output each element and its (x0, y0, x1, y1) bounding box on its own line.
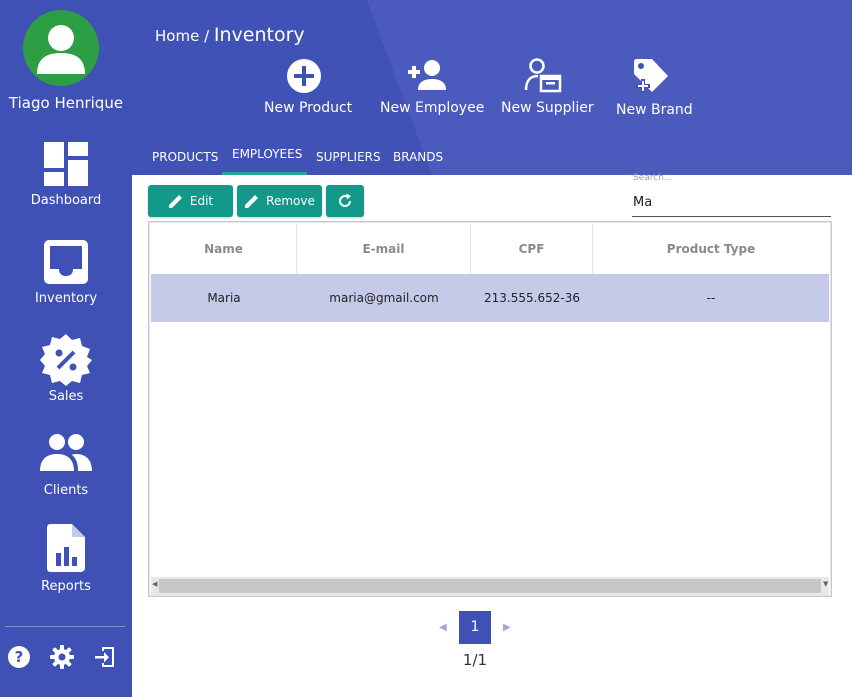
logout-icon[interactable] (93, 645, 119, 671)
cell-cpf: 213.555.652-36 (484, 291, 580, 305)
user-name: Tiago Henrique (8, 94, 124, 112)
edit-label: Edit (189, 194, 214, 208)
sidebar-item-label: Dashboard (30, 193, 102, 208)
page-info: 1/1 (462, 651, 488, 669)
cell-product-type: -- (706, 291, 716, 305)
action-label: New Brand (616, 102, 693, 118)
dashboard-icon (44, 142, 88, 186)
sidebar-item-label: Clients (43, 483, 89, 498)
help-icon[interactable]: ? (7, 645, 33, 671)
add-tag-icon (634, 59, 668, 93)
horizontal-scrollbar[interactable]: ◀ ▼ (151, 577, 829, 595)
remove-label: Remove (266, 194, 315, 208)
sidebar-item-clients[interactable]: Clients (0, 433, 132, 498)
new-brand-button[interactable]: New Brand (616, 58, 693, 118)
remove-button[interactable]: Remove (237, 185, 322, 217)
user-silhouette-icon (37, 25, 85, 74)
search-label: Search... (633, 173, 673, 183)
new-employee-button[interactable]: New Employee (380, 58, 485, 116)
report-icon (47, 524, 85, 572)
sidebar-item-label: Inventory (34, 291, 98, 306)
sidebar-item-dashboard[interactable]: Dashboard (0, 141, 132, 208)
cell-email: maria@gmail.com (329, 291, 439, 305)
page-prev-icon[interactable]: ◀ (439, 622, 447, 633)
scroll-left-icon[interactable]: ◀ (152, 580, 157, 588)
avatar[interactable] (23, 10, 99, 86)
breadcrumb-home[interactable]: Home / (155, 27, 209, 45)
column-header-email[interactable]: E-mail (297, 224, 471, 274)
search-input[interactable] (632, 189, 831, 217)
sidebar-item-label: Sales (48, 389, 84, 404)
pencil-icon (245, 195, 259, 208)
edit-button[interactable]: Edit (148, 185, 233, 217)
sidebar-item-reports[interactable]: Reports (0, 523, 132, 594)
header: Home / Inventory New Product New Employe… (132, 0, 852, 175)
svg-text:?: ? (15, 648, 24, 666)
tab-brands[interactable]: BRANDS (393, 150, 443, 164)
breadcrumb-current: Inventory (213, 24, 305, 46)
pencil-icon (168, 195, 182, 208)
add-user-icon (408, 60, 446, 90)
cell-name: Maria (207, 291, 241, 305)
discount-badge-icon (40, 334, 92, 386)
sidebar-item-label: Reports (41, 579, 91, 594)
tab-suppliers[interactable]: SUPPLIERS (316, 150, 381, 164)
refresh-button[interactable] (326, 185, 364, 217)
sidebar-divider (5, 626, 125, 627)
column-header-name[interactable]: Name (151, 224, 297, 274)
action-label: New Product (264, 100, 353, 116)
page-button-current[interactable]: 1 (459, 611, 491, 644)
new-product-button[interactable]: New Product (264, 58, 353, 116)
plus-circle-icon (287, 59, 321, 93)
action-label: New Employee (380, 100, 485, 116)
page-next-icon[interactable]: ▶ (503, 622, 511, 633)
column-header-cpf[interactable]: CPF (471, 224, 593, 274)
employees-table: Name E-mail CPF Product Type Maria maria… (148, 221, 832, 597)
table-header: Name E-mail CPF Product Type (151, 224, 829, 274)
supplier-icon (524, 58, 562, 93)
action-label: New Supplier (501, 100, 594, 116)
sidebar: Tiago Henrique Dashboard Inventory Sales (0, 0, 132, 697)
tab-employees[interactable]: EMPLOYEES (232, 147, 302, 161)
new-supplier-button[interactable]: New Supplier (501, 58, 594, 116)
sidebar-item-inventory[interactable]: Inventory (0, 239, 132, 306)
table-row[interactable]: Maria maria@gmail.com 213.555.652-36 -- (151, 274, 829, 322)
scrollbar-thumb[interactable] (159, 579, 821, 593)
breadcrumb: Home / Inventory (155, 24, 305, 46)
active-tab-indicator (222, 172, 307, 175)
refresh-icon (339, 193, 352, 207)
scroll-down-icon[interactable]: ▼ (823, 580, 828, 588)
gear-icon[interactable] (50, 645, 76, 671)
sidebar-item-sales[interactable]: Sales (0, 333, 132, 404)
tab-products[interactable]: PRODUCTS (152, 150, 218, 164)
people-icon (40, 434, 92, 471)
inbox-icon (44, 240, 88, 284)
column-header-product-type[interactable]: Product Type (593, 224, 829, 274)
